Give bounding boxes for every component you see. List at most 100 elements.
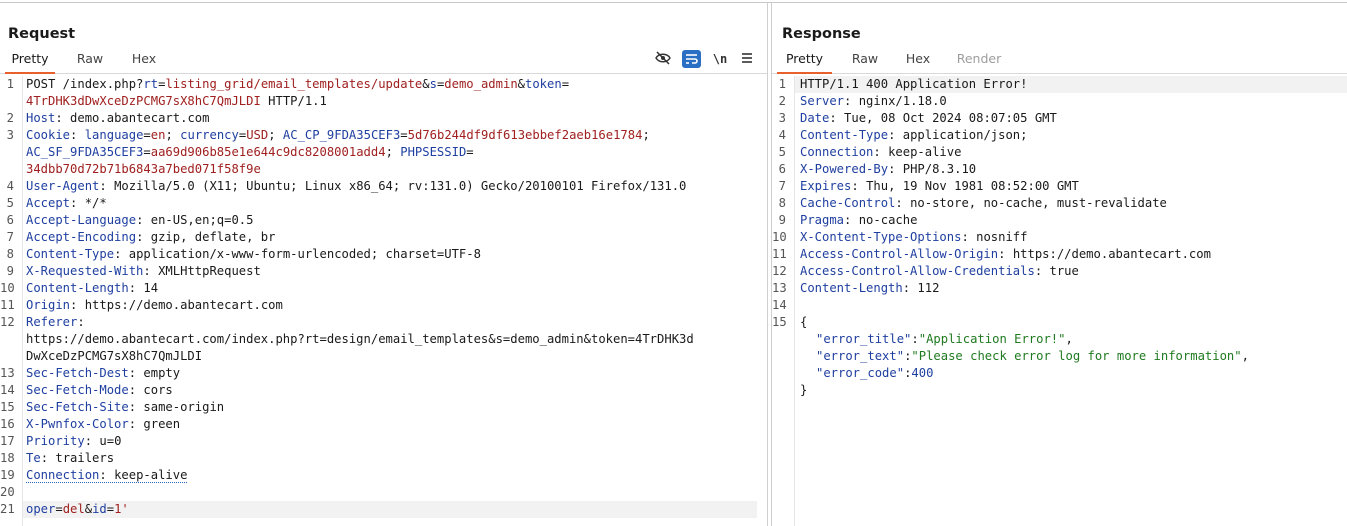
header-content-type: Content-Type: application/x-www-form-url… bbox=[26, 247, 481, 261]
line-number: 12 bbox=[0, 315, 15, 329]
header-cookie-cont: AC_SF_9FDA35CEF3=aa69d906b85e1e644c9dc82… bbox=[26, 145, 474, 159]
request-body[interactable]: oper=del&id=1' bbox=[26, 501, 129, 518]
header-referer: Referer: bbox=[26, 315, 85, 329]
header-content-type: Content-Type: application/json; bbox=[800, 128, 1028, 142]
header-sec-fetch-mode: Sec-Fetch-Mode: cors bbox=[26, 383, 173, 397]
header-accept: Accept: */* bbox=[26, 196, 107, 210]
line-number: 8 bbox=[6, 247, 14, 261]
wrap-lines-icon[interactable] bbox=[682, 50, 701, 68]
line-number: 19 bbox=[0, 468, 15, 482]
line-number: 10 bbox=[772, 230, 787, 244]
line-number: 2 bbox=[778, 94, 786, 108]
json-error-title: "error_title":"Application Error!", bbox=[816, 332, 1073, 346]
header-cache-control: Cache-Control: no-store, no-cache, must-… bbox=[800, 196, 1167, 210]
header-content-length: Content-Length: 112 bbox=[800, 281, 940, 295]
eye-slash-icon[interactable] bbox=[654, 51, 672, 67]
request-pane: Request Pretty Raw Hex \n 1 2 3 4 5 6 7 … bbox=[0, 3, 767, 526]
request-title: Request bbox=[8, 26, 76, 42]
header-pragma: Pragma: no-cache bbox=[800, 213, 918, 227]
line-number: 3 bbox=[778, 111, 786, 125]
header-x-requested-with: X-Requested-With: XMLHttpRequest bbox=[26, 264, 261, 278]
header-referer-value: https://demo.abantecart.com/index.php?rt… bbox=[26, 332, 694, 346]
line-number: 7 bbox=[6, 230, 14, 244]
line-number: 20 bbox=[0, 485, 15, 499]
header-acao: Access-Control-Allow-Origin: https://dem… bbox=[800, 247, 1211, 261]
header-referer-value-cont: DwXceDzPCMG7sX8hC7QmJLDI bbox=[26, 349, 203, 363]
response-pane: Response Pretty Raw Hex Render 1 2 3 4 5… bbox=[772, 3, 1347, 526]
header-acac: Access-Control-Allow-Credentials: true bbox=[800, 264, 1079, 278]
json-open-brace: { bbox=[800, 315, 808, 329]
tab-render[interactable]: Render bbox=[954, 49, 1004, 72]
line-number: 11 bbox=[772, 247, 787, 261]
line-number: 6 bbox=[778, 162, 786, 176]
tab-pretty[interactable]: Pretty bbox=[777, 49, 832, 74]
header-te: Te: trailers bbox=[26, 451, 115, 465]
header-user-agent: User-Agent: Mozilla/5.0 (X11; Ubuntu; Li… bbox=[26, 179, 687, 193]
line-number: 17 bbox=[0, 434, 15, 448]
current-line-highlight bbox=[23, 501, 757, 518]
request-line-cont: 4TrDHK3dDwXceDzPCMG7sX8hC7QmJLDI HTTP/1.… bbox=[26, 94, 327, 108]
line-number: 5 bbox=[778, 145, 786, 159]
response-gutter: 1 2 3 4 5 6 7 8 9 10 11 12 13 14 15 bbox=[772, 76, 795, 526]
line-number: 11 bbox=[0, 298, 15, 312]
header-x-content-type-options: X-Content-Type-Options: nosniff bbox=[800, 230, 1028, 244]
header-sec-fetch-site: Sec-Fetch-Site: same-origin bbox=[26, 400, 225, 414]
line-number: 5 bbox=[6, 196, 14, 210]
line-number: 14 bbox=[772, 298, 787, 312]
line-number: 8 bbox=[778, 196, 786, 210]
header-expires: Expires: Thu, 19 Nov 1981 08:52:00 GMT bbox=[800, 179, 1079, 193]
header-date: Date: Tue, 08 Oct 2024 08:07:05 GMT bbox=[800, 111, 1057, 125]
line-number: 7 bbox=[778, 179, 786, 193]
request-line: POST /index.php?rt=listing_grid/email_te… bbox=[26, 77, 570, 91]
header-x-pwnfox-color: X-Pwnfox-Color: green bbox=[26, 417, 181, 431]
header-origin: Origin: https://demo.abantecart.com bbox=[26, 298, 283, 312]
response-editor[interactable]: 1 2 3 4 5 6 7 8 9 10 11 12 13 14 15 HTTP… bbox=[772, 76, 1347, 526]
header-accept-encoding: Accept-Encoding: gzip, deflate, br bbox=[26, 230, 276, 244]
line-number: 6 bbox=[6, 213, 14, 227]
response-title: Response bbox=[782, 26, 861, 42]
status-line: HTTP/1.1 400 Application Error! bbox=[800, 77, 1028, 91]
json-error-text: "error_text":"Please check error log for… bbox=[816, 349, 1249, 363]
line-number: 9 bbox=[6, 264, 14, 278]
line-number: 2 bbox=[6, 111, 14, 125]
header-connection: Connection: keep-alive bbox=[26, 468, 188, 483]
header-host: Host: demo.abantecart.com bbox=[26, 111, 210, 125]
header-content-length: Content-Length: 14 bbox=[26, 281, 159, 295]
line-number: 15 bbox=[772, 315, 787, 329]
response-tabs: Pretty Raw Hex Render bbox=[772, 49, 1347, 74]
tab-hex[interactable]: Hex bbox=[124, 49, 164, 72]
request-editor[interactable]: 1 2 3 4 5 6 7 8 9 10 11 12 13 14 15 16 1… bbox=[0, 76, 767, 526]
line-number: 1 bbox=[6, 77, 14, 91]
line-number: 21 bbox=[0, 502, 15, 516]
line-number: 1 bbox=[778, 77, 786, 91]
line-number: 10 bbox=[0, 281, 15, 295]
line-number: 13 bbox=[772, 281, 787, 295]
line-number: 12 bbox=[772, 264, 787, 278]
line-number: 13 bbox=[0, 366, 15, 380]
header-server: Server: nginx/1.18.0 bbox=[800, 94, 947, 108]
header-cookie: Cookie: language=en; currency=USD; AC_CP… bbox=[26, 128, 650, 142]
newline-icon[interactable]: \n bbox=[711, 51, 729, 67]
tab-raw[interactable]: Raw bbox=[845, 49, 885, 72]
line-number: 14 bbox=[0, 383, 15, 397]
line-number: 9 bbox=[778, 213, 786, 227]
line-number: 4 bbox=[6, 179, 14, 193]
line-number: 18 bbox=[0, 451, 15, 465]
header-cookie-cont: 34dbb70d72b71b6843a7bed071f58f9e bbox=[26, 162, 261, 176]
line-number: 15 bbox=[0, 400, 15, 414]
request-tabs: Pretty Raw Hex bbox=[0, 49, 767, 74]
header-accept-language: Accept-Language: en-US,en;q=0.5 bbox=[26, 213, 254, 227]
tab-hex[interactable]: Hex bbox=[898, 49, 938, 72]
header-x-powered-by: X-Powered-By: PHP/8.3.10 bbox=[800, 162, 977, 176]
header-sec-fetch-dest: Sec-Fetch-Dest: empty bbox=[26, 366, 181, 380]
header-connection: Connection: keep-alive bbox=[800, 145, 962, 159]
request-gutter: 1 2 3 4 5 6 7 8 9 10 11 12 13 14 15 16 1… bbox=[0, 76, 23, 526]
json-close-brace: } bbox=[800, 383, 808, 397]
json-error-code: "error_code":400 bbox=[816, 366, 934, 380]
line-number: 16 bbox=[0, 417, 15, 431]
line-number: 4 bbox=[778, 128, 786, 142]
header-priority: Priority: u=0 bbox=[26, 434, 122, 448]
menu-icon[interactable] bbox=[738, 51, 756, 67]
tab-raw[interactable]: Raw bbox=[70, 49, 110, 72]
tab-pretty[interactable]: Pretty bbox=[5, 49, 55, 74]
